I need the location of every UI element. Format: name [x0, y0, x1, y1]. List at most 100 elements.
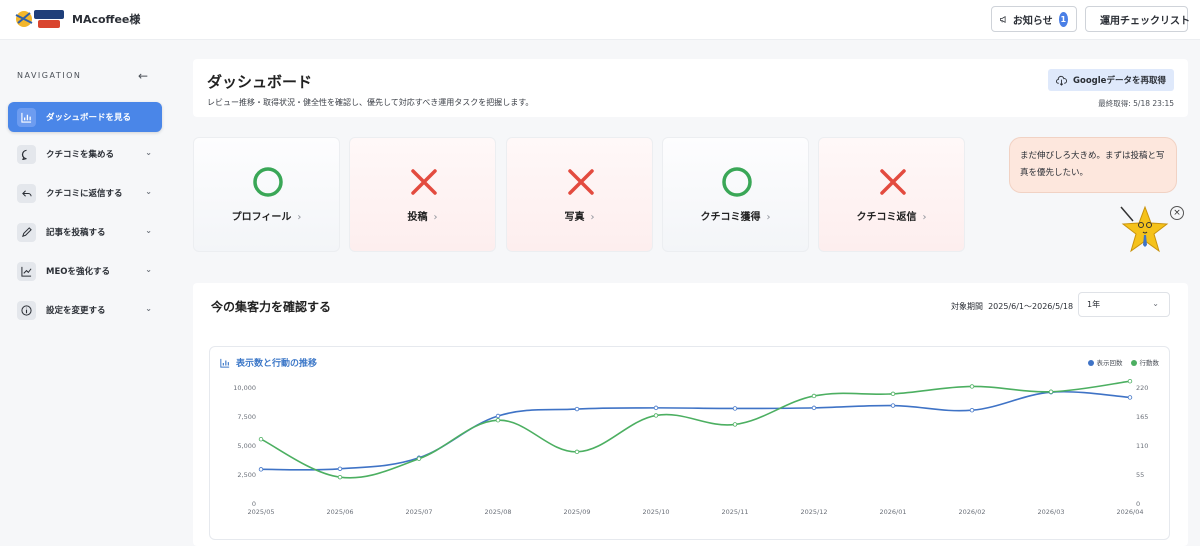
status-card-profile[interactable]: プロフィール › — [193, 137, 340, 252]
page-header: ダッシュボード レビュー推移・取得状況・健全性を確認し、優先して対応すべき運用タ… — [193, 59, 1188, 117]
status-card-photo[interactable]: 写真 › — [506, 137, 653, 252]
trend-line-icon — [17, 261, 36, 281]
ng-cross-icon — [568, 169, 594, 195]
ok-circle-icon — [722, 167, 752, 197]
pencil-icon — [17, 222, 36, 242]
data-point — [890, 391, 896, 397]
chevron-down-icon: ⌄ — [145, 148, 152, 157]
cloud-download-icon — [1056, 75, 1068, 86]
last-fetched: 最終取得: 5/18 23:15 — [1098, 99, 1174, 108]
data-point — [416, 456, 422, 461]
y-right-tick-label: 110 — [1136, 442, 1148, 450]
series-line-2 — [260, 380, 1131, 479]
data-point — [890, 403, 896, 408]
x-tick-label: 2026/03 — [1037, 508, 1064, 516]
page-subtitle: レビュー推移・取得状況・健全性を確認し、優先して対応すべき運用タスクを把握します… — [207, 98, 534, 107]
data-point — [969, 408, 975, 413]
period-label: 対象期間 — [951, 302, 983, 311]
range-select[interactable]: 1年 ⌄ — [1078, 292, 1170, 317]
y-right-tick-label: 165 — [1136, 413, 1148, 421]
status-card-label: クチコミ獲得 — [700, 212, 761, 223]
data-point — [1127, 395, 1133, 400]
data-point — [258, 467, 264, 472]
x-tick-label: 2026/01 — [879, 508, 906, 516]
ok-circle-icon — [253, 167, 283, 197]
data-point — [337, 466, 343, 471]
status-card-review-acquire[interactable]: クチコミ獲得 › — [662, 137, 809, 252]
data-point — [258, 436, 264, 442]
data-point — [653, 413, 659, 418]
status-card-label: 投稿 — [407, 212, 428, 223]
chevron-right-icon: › — [766, 212, 771, 223]
y-right-tick-label: 55 — [1136, 471, 1144, 479]
chevron-down-icon: ⌄ — [145, 265, 152, 274]
x-tick-label: 2025/07 — [405, 508, 432, 516]
data-point — [732, 406, 738, 411]
period-value: 2025/6/1〜2026/5/18 — [988, 302, 1074, 311]
x-tick-label: 2025/12 — [800, 508, 827, 516]
checklist-label: 運用チェックリスト — [1100, 15, 1190, 27]
news-label: お知らせ — [1012, 15, 1053, 27]
sidebar-item-dashboard[interactable]: ダッシュボードを見る — [8, 102, 162, 132]
sidebar-item-collect-reviews[interactable]: クチコミを集める ⌄ — [8, 139, 162, 169]
status-card-label: クチコミ返信 — [856, 212, 917, 223]
data-point — [495, 418, 501, 423]
data-point — [811, 393, 817, 399]
y-right-tick-label: 220 — [1136, 384, 1148, 392]
chevron-down-icon: ⌄ — [1152, 299, 1159, 308]
x-tick-label: 2025/06 — [326, 508, 353, 516]
nav-title: NAVIGATION — [17, 71, 82, 80]
y-right-tick-label: 0 — [1136, 500, 1140, 508]
chevron-right-icon: › — [922, 212, 927, 223]
refetch-google-button[interactable]: Googleデータを再取得 — [1048, 69, 1174, 91]
data-point — [574, 406, 580, 412]
x-tick-label: 2025/10 — [642, 508, 669, 516]
line-chart: 0 2,500 5,000 7,500 10,000 0 55 110 165 220 2025/0… — [233, 379, 1148, 516]
collapse-arrow-icon[interactable]: ← — [138, 69, 148, 83]
news-count-badge: 1 — [1058, 11, 1068, 27]
sidebar: NAVIGATION ← ダッシュボードを見る クチコミを集める ⌄ クチコミに… — [0, 41, 176, 546]
traffic-title: 今の集客力を確認する — [211, 300, 332, 314]
bar-chart-icon — [17, 107, 36, 127]
checklist-button[interactable]: 運用チェックリスト — [1085, 6, 1190, 32]
chat-bubble-icon — [17, 144, 36, 164]
x-tick-label: 2025/09 — [563, 508, 590, 516]
status-card-review-reply[interactable]: クチコミ返信 › — [818, 137, 965, 252]
data-point — [495, 413, 501, 419]
assistant-speech-bubble: まだ伸びしろ大きめ。まずは投稿と写真を優先したい。 — [1009, 137, 1177, 193]
chevron-down-icon: ⌄ — [145, 226, 152, 235]
chevron-right-icon: › — [297, 212, 302, 223]
y-left-tick-label: 10,000 — [233, 384, 256, 392]
sidebar-item-post-article[interactable]: 記事を投稿する ⌄ — [8, 217, 162, 247]
chevron-right-icon: › — [590, 212, 595, 223]
reply-icon — [17, 183, 36, 203]
sidebar-item-label: 設定を変更する — [46, 306, 106, 316]
sidebar-item-meo[interactable]: MEOを強化する ⌄ — [8, 256, 162, 286]
data-point — [811, 405, 817, 411]
data-point — [574, 449, 580, 455]
page-title: ダッシュボード — [207, 73, 313, 91]
sidebar-item-settings[interactable]: 設定を変更する ⌄ — [8, 295, 162, 325]
status-card-post[interactable]: 投稿 › — [349, 137, 496, 252]
ng-cross-icon — [880, 169, 906, 195]
star-mascot-icon[interactable] — [1117, 203, 1169, 259]
app-logo[interactable] — [14, 7, 66, 31]
shop-name: MAcoffee様 — [72, 13, 141, 26]
x-tick-label: 2026/02 — [958, 508, 985, 516]
x-tick-label: 2026/04 — [1116, 508, 1143, 516]
data-point — [1127, 379, 1133, 384]
series-line-1 — [260, 390, 1131, 471]
info-icon — [17, 300, 36, 320]
close-icon[interactable]: × — [1170, 206, 1184, 220]
data-point — [732, 422, 738, 427]
y-left-tick-label: 7,500 — [237, 413, 256, 421]
sidebar-item-label: クチコミに返信する — [46, 189, 123, 199]
period-range: 対象期間 2025/6/1〜2026/5/18 — [951, 301, 1073, 312]
data-point — [1048, 389, 1054, 394]
news-button[interactable]: お知らせ 1 — [991, 6, 1077, 32]
status-card-label: プロフィール — [231, 212, 292, 223]
sidebar-item-reply-reviews[interactable]: クチコミに返信する ⌄ — [8, 178, 162, 208]
refetch-label: Googleデータを再取得 — [1073, 76, 1166, 86]
x-tick-label: 2025/11 — [721, 508, 748, 516]
range-select-value: 1年 — [1087, 300, 1101, 309]
